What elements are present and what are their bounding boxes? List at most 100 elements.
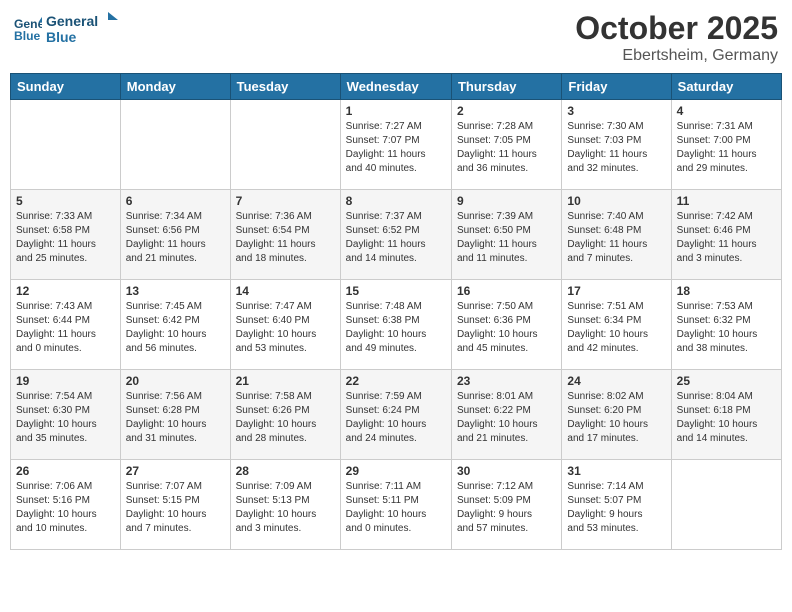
day-number: 24 — [567, 374, 665, 388]
day-number: 1 — [346, 104, 446, 118]
day-number: 9 — [457, 194, 556, 208]
day-number: 28 — [236, 464, 335, 478]
day-info: Sunrise: 7:50 AM Sunset: 6:36 PM Dayligh… — [457, 300, 556, 356]
weekday-header-friday: Friday — [562, 74, 671, 100]
day-cell-15: 15 Sunrise: 7:48 AM Sunset: 6:38 PM Dayli… — [340, 280, 451, 370]
week-row-2: 5 Sunrise: 7:33 AM Sunset: 6:58 PM Daylig… — [11, 190, 782, 280]
day-info: Sunrise: 7:30 AM Sunset: 7:03 PM Dayligh… — [567, 120, 665, 176]
day-cell-2: 2 Sunrise: 7:28 AM Sunset: 7:05 PM Daylig… — [451, 100, 561, 190]
day-info: Sunrise: 7:28 AM Sunset: 7:05 PM Dayligh… — [457, 120, 556, 176]
day-info: Sunrise: 7:33 AM Sunset: 6:58 PM Dayligh… — [16, 210, 115, 266]
week-row-3: 12 Sunrise: 7:43 AM Sunset: 6:44 PM Dayli… — [11, 280, 782, 370]
day-info: Sunrise: 7:59 AM Sunset: 6:24 PM Dayligh… — [346, 390, 446, 446]
day-info: Sunrise: 7:31 AM Sunset: 7:00 PM Dayligh… — [677, 120, 776, 176]
day-number: 29 — [346, 464, 446, 478]
day-cell-6: 6 Sunrise: 7:34 AM Sunset: 6:56 PM Daylig… — [120, 190, 230, 280]
day-number: 13 — [126, 284, 225, 298]
day-number: 3 — [567, 104, 665, 118]
svg-text:Blue: Blue — [46, 29, 77, 45]
empty-cell — [671, 460, 781, 550]
week-row-5: 26Sunrise: 7:06 AM Sunset: 5:16 PM Dayli… — [11, 460, 782, 550]
day-cell-9: 9 Sunrise: 7:39 AM Sunset: 6:50 PM Daylig… — [451, 190, 561, 280]
day-info: Sunrise: 7:56 AM Sunset: 6:28 PM Dayligh… — [126, 390, 225, 446]
day-cell-16: 16 Sunrise: 7:50 AM Sunset: 6:36 PM Dayli… — [451, 280, 561, 370]
day-info: Sunrise: 7:27 AM Sunset: 7:07 PM Dayligh… — [346, 120, 446, 176]
day-info: Sunrise: 7:40 AM Sunset: 6:48 PM Dayligh… — [567, 210, 665, 266]
day-number: 10 — [567, 194, 665, 208]
day-info: Sunrise: 7:43 AM Sunset: 6:44 PM Dayligh… — [16, 300, 115, 356]
day-number: 15 — [346, 284, 446, 298]
day-cell-3: 3 Sunrise: 7:30 AM Sunset: 7:03 PM Daylig… — [562, 100, 671, 190]
empty-cell — [120, 100, 230, 190]
day-cell-26: 26Sunrise: 7:06 AM Sunset: 5:16 PM Dayli… — [11, 460, 121, 550]
day-info: Sunrise: 7:51 AM Sunset: 6:34 PM Dayligh… — [567, 300, 665, 356]
weekday-header-row: SundayMondayTuesdayWednesdayThursdayFrid… — [11, 74, 782, 100]
day-number: 5 — [16, 194, 115, 208]
logo: General Blue General Blue — [14, 10, 126, 48]
day-cell-28: 28 Sunrise: 7:09 AM Sunset: 5:13 PM Dayli… — [230, 460, 340, 550]
day-number: 26 — [16, 464, 115, 478]
month-title: October 2025 — [575, 10, 778, 47]
day-number: 21 — [236, 374, 335, 388]
weekday-header-monday: Monday — [120, 74, 230, 100]
day-cell-22: 22Sunrise: 7:59 AM Sunset: 6:24 PM Dayli… — [340, 370, 451, 460]
day-info: Sunrise: 7:42 AM Sunset: 6:46 PM Dayligh… — [677, 210, 776, 266]
day-number: 27 — [126, 464, 225, 478]
day-cell-29: 29Sunrise: 7:11 AM Sunset: 5:11 PM Dayli… — [340, 460, 451, 550]
day-number: 4 — [677, 104, 776, 118]
day-cell-11: 11 Sunrise: 7:42 AM Sunset: 6:46 PM Dayli… — [671, 190, 781, 280]
day-number: 17 — [567, 284, 665, 298]
day-cell-24: 24 Sunrise: 8:02 AM Sunset: 6:20 PM Dayli… — [562, 370, 671, 460]
day-cell-19: 19Sunrise: 7:54 AM Sunset: 6:30 PM Dayli… — [11, 370, 121, 460]
day-info: Sunrise: 7:53 AM Sunset: 6:32 PM Dayligh… — [677, 300, 776, 356]
page-header: General Blue General Blue October 2025 E… — [10, 10, 782, 65]
weekday-header-saturday: Saturday — [671, 74, 781, 100]
day-number: 31 — [567, 464, 665, 478]
day-cell-21: 21Sunrise: 7:58 AM Sunset: 6:26 PM Dayli… — [230, 370, 340, 460]
day-number: 14 — [236, 284, 335, 298]
day-info: Sunrise: 7:45 AM Sunset: 6:42 PM Dayligh… — [126, 300, 225, 356]
day-cell-13: 13 Sunrise: 7:45 AM Sunset: 6:42 PM Dayli… — [120, 280, 230, 370]
day-info: Sunrise: 7:34 AM Sunset: 6:56 PM Dayligh… — [126, 210, 225, 266]
day-info: Sunrise: 7:48 AM Sunset: 6:38 PM Dayligh… — [346, 300, 446, 356]
day-cell-7: 7Sunrise: 7:36 AM Sunset: 6:54 PM Daylig… — [230, 190, 340, 280]
day-info: Sunrise: 8:02 AM Sunset: 6:20 PM Dayligh… — [567, 390, 665, 446]
day-number: 8 — [346, 194, 446, 208]
day-info: Sunrise: 8:04 AM Sunset: 6:18 PM Dayligh… — [677, 390, 776, 446]
day-number: 11 — [677, 194, 776, 208]
day-number: 7 — [236, 194, 335, 208]
day-info: Sunrise: 7:54 AM Sunset: 6:30 PM Dayligh… — [16, 390, 115, 446]
day-number: 18 — [677, 284, 776, 298]
day-number: 6 — [126, 194, 225, 208]
day-number: 16 — [457, 284, 556, 298]
logo-graphic: General Blue — [46, 10, 126, 48]
day-cell-20: 20Sunrise: 7:56 AM Sunset: 6:28 PM Dayli… — [120, 370, 230, 460]
day-cell-31: 31 Sunrise: 7:14 AM Sunset: 5:07 PM Dayli… — [562, 460, 671, 550]
day-info: Sunrise: 7:14 AM Sunset: 5:07 PM Dayligh… — [567, 480, 665, 536]
day-info: Sunrise: 7:39 AM Sunset: 6:50 PM Dayligh… — [457, 210, 556, 266]
day-cell-25: 25Sunrise: 8:04 AM Sunset: 6:18 PM Dayli… — [671, 370, 781, 460]
day-info: Sunrise: 7:07 AM Sunset: 5:15 PM Dayligh… — [126, 480, 225, 536]
day-number: 12 — [16, 284, 115, 298]
day-number: 2 — [457, 104, 556, 118]
day-cell-8: 8 Sunrise: 7:37 AM Sunset: 6:52 PM Daylig… — [340, 190, 451, 280]
weekday-header-thursday: Thursday — [451, 74, 561, 100]
empty-cell — [11, 100, 121, 190]
day-cell-17: 17 Sunrise: 7:51 AM Sunset: 6:34 PM Dayli… — [562, 280, 671, 370]
day-cell-14: 14Sunrise: 7:47 AM Sunset: 6:40 PM Dayli… — [230, 280, 340, 370]
day-cell-18: 18 Sunrise: 7:53 AM Sunset: 6:32 PM Dayli… — [671, 280, 781, 370]
svg-text:General: General — [46, 13, 98, 29]
day-info: Sunrise: 7:09 AM Sunset: 5:13 PM Dayligh… — [236, 480, 335, 536]
day-info: Sunrise: 7:37 AM Sunset: 6:52 PM Dayligh… — [346, 210, 446, 266]
empty-cell — [230, 100, 340, 190]
day-number: 23 — [457, 374, 556, 388]
weekday-header-sunday: Sunday — [11, 74, 121, 100]
day-cell-4: 4 Sunrise: 7:31 AM Sunset: 7:00 PM Daylig… — [671, 100, 781, 190]
day-cell-12: 12 Sunrise: 7:43 AM Sunset: 6:44 PM Dayli… — [11, 280, 121, 370]
day-cell-30: 30Sunrise: 7:12 AM Sunset: 5:09 PM Dayli… — [451, 460, 561, 550]
day-cell-1: 1 Sunrise: 7:27 AM Sunset: 7:07 PM Daylig… — [340, 100, 451, 190]
calendar-table: SundayMondayTuesdayWednesdayThursdayFrid… — [10, 73, 782, 550]
day-cell-10: 10 Sunrise: 7:40 AM Sunset: 6:48 PM Dayli… — [562, 190, 671, 280]
week-row-4: 19Sunrise: 7:54 AM Sunset: 6:30 PM Dayli… — [11, 370, 782, 460]
day-info: Sunrise: 7:12 AM Sunset: 5:09 PM Dayligh… — [457, 480, 556, 536]
